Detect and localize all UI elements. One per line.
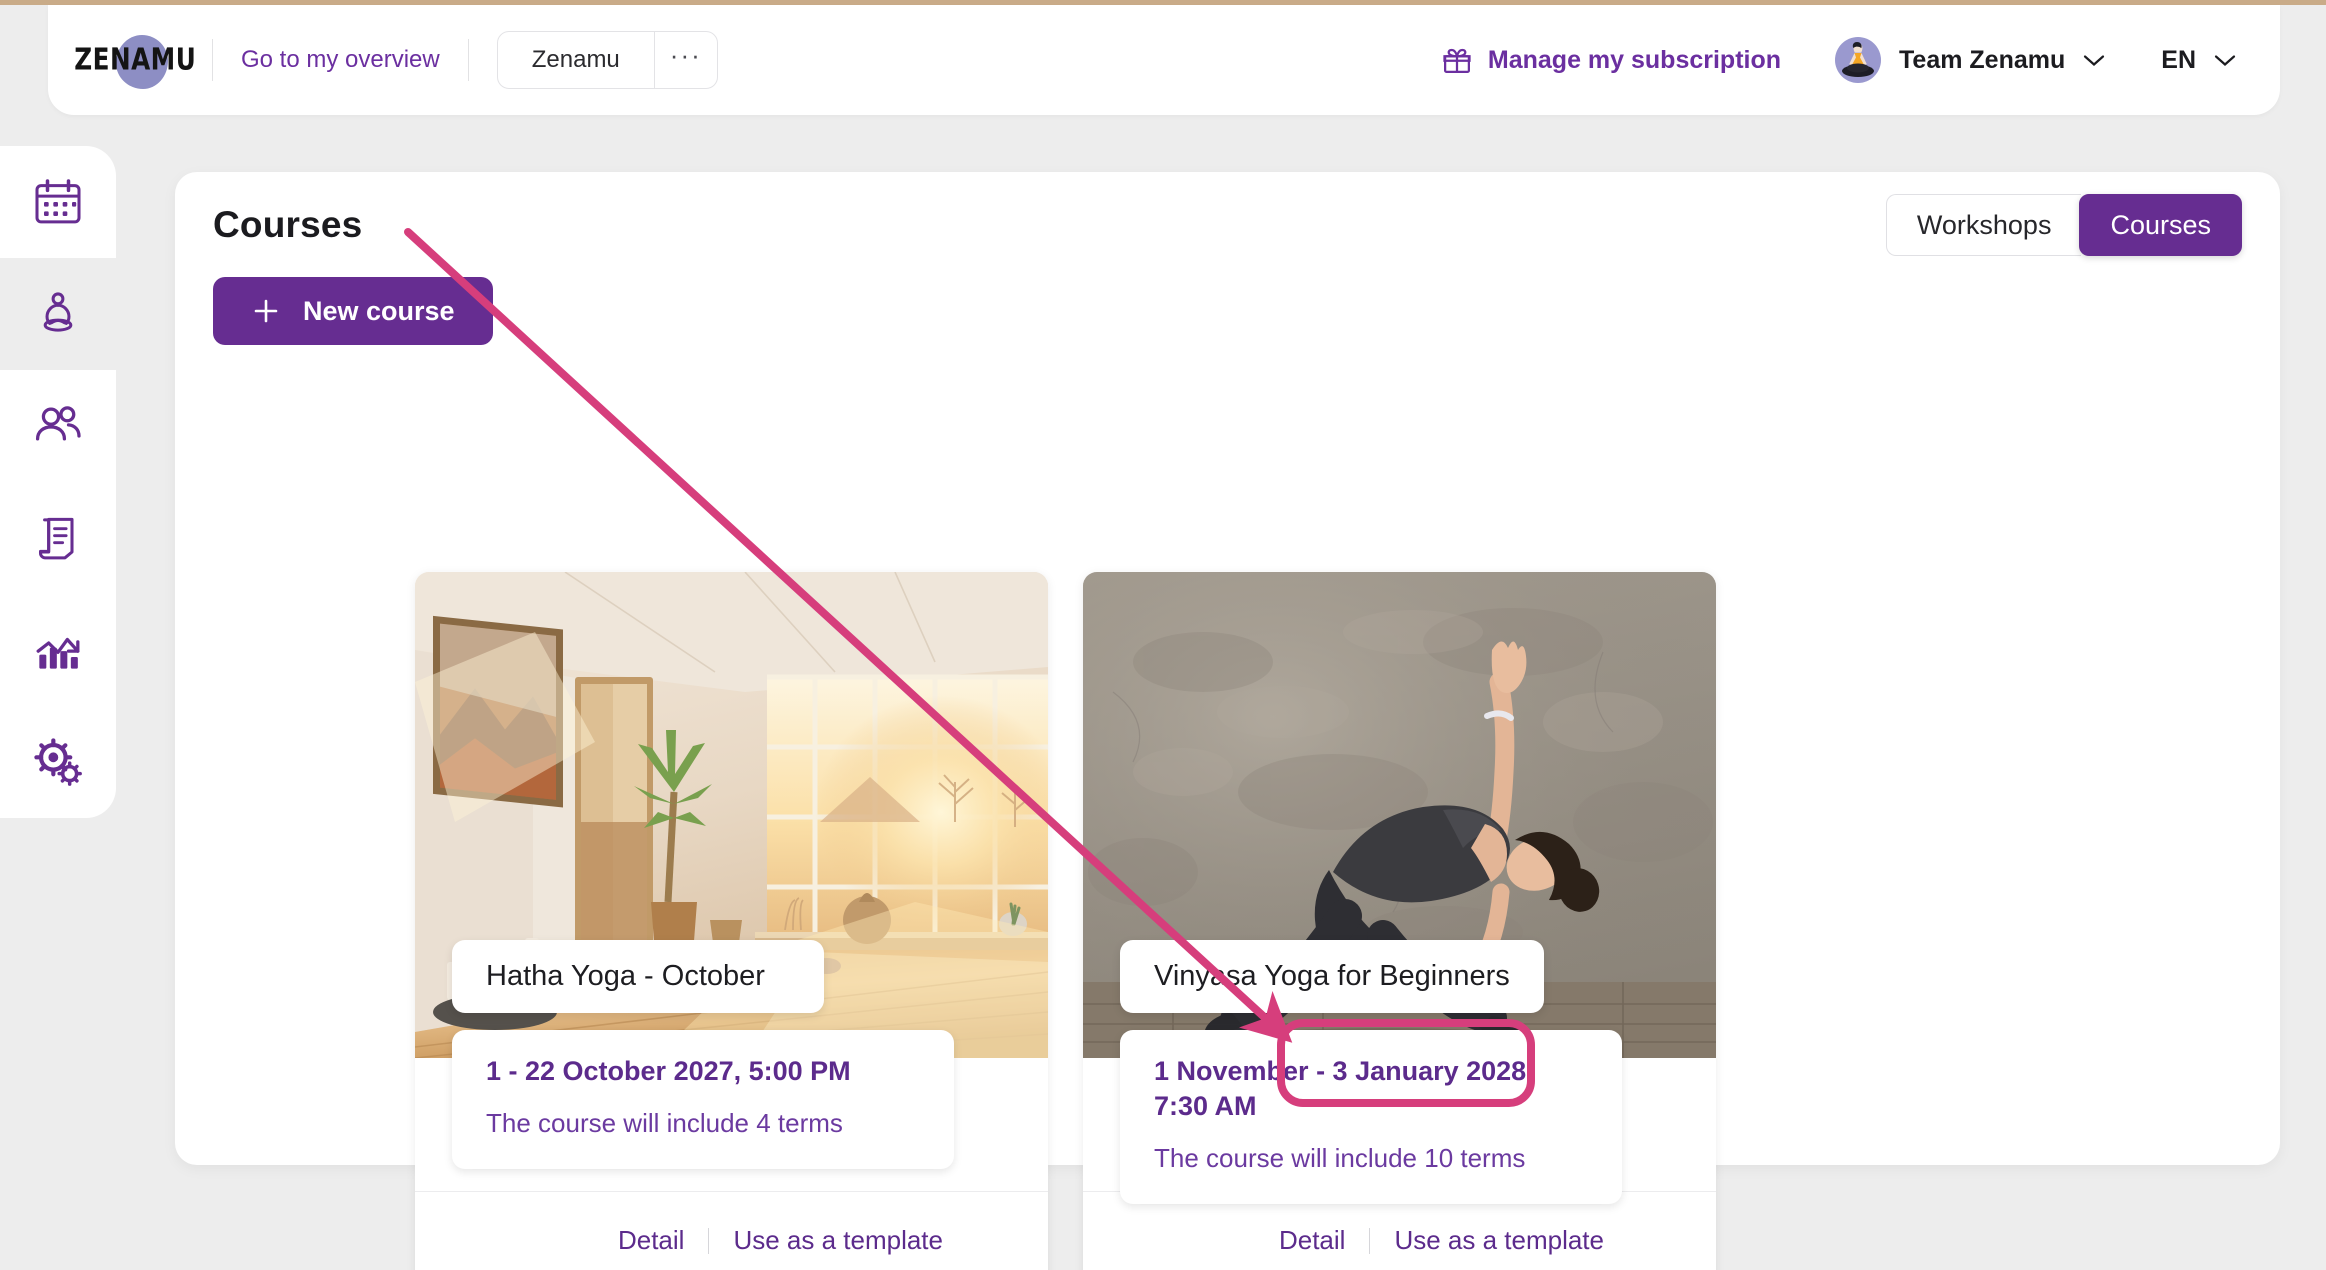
app-root: ZENAMU Go to my overview Zenamu ··· Mana… [0, 0, 2326, 1270]
course-card-list: Hatha Yoga - October 1 - 22 October 2027… [415, 572, 1716, 1270]
chevron-down-icon [2214, 54, 2236, 66]
course-terms: The course will include 4 terms [486, 1108, 843, 1139]
course-date: 1 - 22 October 2027, 5:00 PM [486, 1056, 851, 1086]
studio-name-button[interactable]: Zenamu [498, 32, 654, 88]
sidebar-item-statistics[interactable] [0, 594, 116, 706]
footer-divider [1369, 1227, 1371, 1254]
gift-icon [1443, 48, 1471, 73]
course-card[interactable]: Hatha Yoga - October 1 - 22 October 2027… [415, 572, 1048, 1270]
course-title: Vinyasa Yoga for Beginners [1120, 940, 1544, 1013]
sidebar-item-invoices[interactable] [0, 482, 116, 594]
detail-link[interactable]: Detail [1279, 1225, 1345, 1256]
yoga-pose-icon [43, 292, 73, 332]
page-title: Courses [213, 204, 363, 245]
yoga-avatar-icon [1842, 41, 1875, 77]
settings-gears-icon [34, 738, 82, 786]
footer-divider [708, 1227, 710, 1254]
course-terms: The course will include 10 terms [1154, 1143, 1526, 1174]
document-icon [38, 517, 74, 560]
header-left-group: ZENAMU Go to my overview Zenamu ··· [48, 31, 718, 89]
course-date: 1 November - 3 January 2028, 7:30 AM [1154, 1056, 1534, 1122]
studio-switcher: Zenamu ··· [496, 31, 718, 89]
language-label: EN [2161, 45, 2196, 74]
sidebar-item-settings[interactable] [0, 706, 116, 818]
course-info: 1 November - 3 January 2028, 7:30 AM The… [1120, 1030, 1622, 1204]
people-icon [35, 406, 81, 441]
courses-panel: Courses New course Workshops Courses Hat… [175, 172, 2280, 1270]
new-course-label: New course [303, 295, 455, 326]
team-name-label: Team Zenamu [1899, 45, 2066, 74]
detail-link[interactable]: Detail [618, 1225, 684, 1256]
view-toggle: Workshops Courses [1885, 194, 2242, 256]
left-sidebar [0, 146, 116, 976]
sidebar-item-courses[interactable] [0, 228, 116, 400]
header-divider-1 [212, 39, 213, 81]
logo-text: ZENAMU [73, 42, 197, 78]
bar-chart-icon [36, 637, 80, 669]
avatar [1835, 37, 1882, 83]
calendar-icon [35, 179, 81, 224]
header-divider-2 [467, 39, 469, 81]
tab-courses[interactable]: Courses [2079, 194, 2242, 256]
studio-more-button[interactable]: ··· [655, 32, 717, 88]
chevron-down-icon [2084, 54, 2105, 66]
tab-workshops[interactable]: Workshops [1885, 194, 2082, 256]
course-title: Hatha Yoga - October [452, 940, 824, 1013]
manage-subscription-label: Manage my subscription [1487, 45, 1782, 74]
header-right-group: Manage my subscription Team Zenamu EN [1442, 37, 2280, 83]
top-header-bar: ZENAMU Go to my overview Zenamu ··· Mana… [48, 5, 2280, 115]
go-to-overview-link[interactable]: Go to my overview [241, 46, 440, 74]
zenamu-logo[interactable]: ZENAMU [74, 31, 196, 89]
new-course-button[interactable]: New course [213, 277, 493, 345]
team-menu[interactable]: Team Zenamu [1835, 37, 2105, 83]
sidebar-item-clients[interactable] [0, 370, 116, 482]
plus-icon [254, 299, 278, 323]
use-as-template-link[interactable]: Use as a template [1394, 1225, 1604, 1256]
manage-subscription-link[interactable]: Manage my subscription [1442, 45, 1781, 75]
course-card[interactable]: Vinyasa Yoga for Beginners 1 November - … [1083, 572, 1716, 1270]
use-as-template-link[interactable]: Use as a template [733, 1225, 943, 1256]
course-card-footer: Detail Use as a template [415, 1191, 1048, 1270]
course-info: 1 - 22 October 2027, 5:00 PM The course … [452, 1030, 954, 1169]
language-menu[interactable]: EN [2161, 46, 2236, 75]
